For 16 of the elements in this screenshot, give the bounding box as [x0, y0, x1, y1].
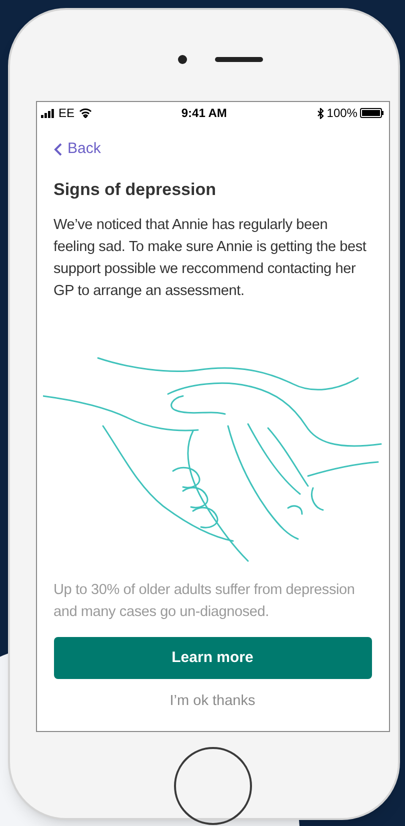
learn-more-button[interactable]: Learn more — [54, 637, 372, 680]
screen-title: Signs of depression — [54, 178, 217, 201]
status-time: 9:41 AM — [181, 105, 227, 122]
back-button[interactable]: Back — [54, 138, 101, 160]
carrier-name: EE — [58, 105, 75, 122]
dismiss-button[interactable]: I’m ok thanks — [162, 691, 264, 713]
home-button[interactable] — [174, 747, 252, 825]
battery-percent: 100% — [326, 105, 358, 122]
chevron-left-icon — [54, 142, 62, 156]
wifi-icon — [78, 108, 92, 118]
footnote-text: Up to 30% of older adults suffer from depression and many cases go un-diagnosed. — [54, 581, 356, 622]
bluetooth-icon — [316, 108, 324, 118]
battery-icon — [360, 108, 384, 118]
message-text: We’ve noticed that Annie has regularly been feeling sad. To make sure Annie is getting the best support possible we reccommend contacting her GP to arrange an assessment. — [54, 216, 368, 301]
signal-icon — [40, 108, 54, 118]
speaker-grille — [215, 57, 263, 62]
